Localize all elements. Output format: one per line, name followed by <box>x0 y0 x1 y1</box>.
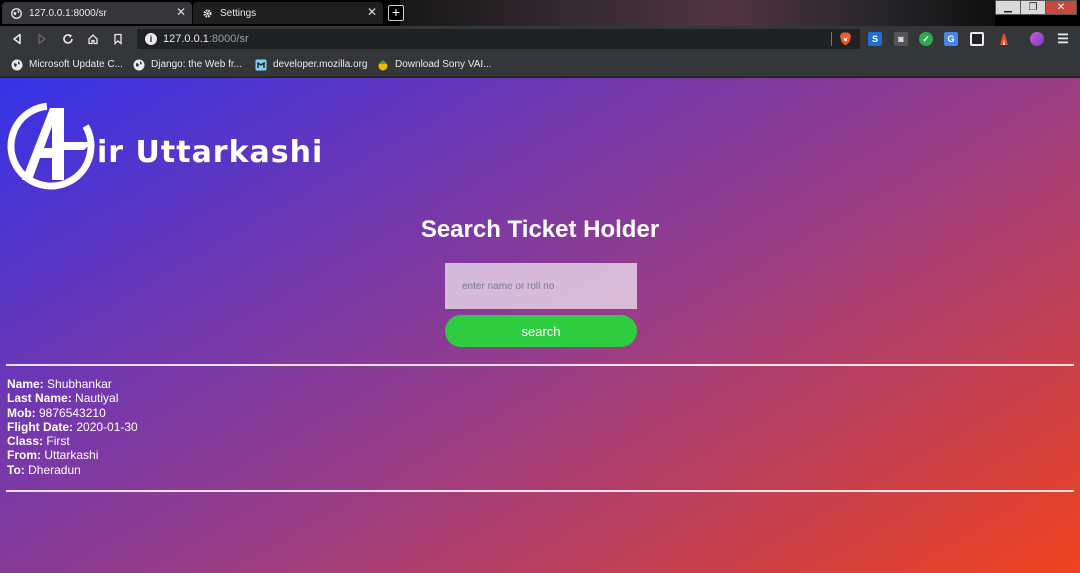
rewards-extension-icon[interactable] <box>997 32 1011 46</box>
avengers-logo-icon <box>7 102 95 190</box>
ticket-row-flight-date: Flight Date: 2020-01-30 <box>7 419 138 434</box>
reload-icon[interactable] <box>60 31 76 47</box>
tab-strip: 127.0.0.1:8000/sr ✕ Settings ✕ + ▁ ❐ ✕ <box>0 0 1080 26</box>
ticket-row-mob: Mob: 9876543210 <box>7 405 106 420</box>
url-text[interactable]: 127.0.0.1:8000/sr <box>163 33 249 45</box>
omnibox-divider <box>831 32 832 46</box>
bookmark-icon[interactable] <box>110 31 126 47</box>
new-tab-button[interactable]: + <box>388 5 404 21</box>
bookmark-label: developer.mozilla.org <box>273 59 368 70</box>
folder-icon <box>377 59 389 71</box>
close-window-icon[interactable]: ✕ <box>1045 0 1077 15</box>
globe-icon <box>10 7 22 19</box>
address-bar[interactable]: i 127.0.0.1:8000/sr <box>137 29 860 49</box>
profile-icon[interactable] <box>1030 32 1044 46</box>
divider-bottom <box>6 490 1074 492</box>
bookmark-download-sony[interactable]: Download Sony VAI... <box>377 57 492 72</box>
globe-icon <box>133 59 145 71</box>
browser-toolbar: i 127.0.0.1:8000/sr S ◙ ✓ G ☰ <box>0 26 1080 52</box>
bookmark-microsoft-update[interactable]: Microsoft Update C... <box>11 57 123 72</box>
bookmark-label: Django: the Web fr... <box>151 59 242 70</box>
check-extension-icon[interactable]: ✓ <box>919 32 933 46</box>
ticket-row-last-name: Last Name: Nautiyal <box>7 391 119 406</box>
ticket-row-from: From: Uttarkashi <box>7 448 99 463</box>
ticket-row-name: Name: Shubhankar <box>7 377 112 391</box>
ghost-extension-icon[interactable]: ◙ <box>894 32 908 46</box>
brand-name: ir Uttarkashi <box>97 135 324 170</box>
tab-localhost[interactable]: 127.0.0.1:8000/sr ✕ <box>2 2 192 24</box>
page-title: Search Ticket Holder <box>420 216 660 243</box>
square-extension-icon[interactable] <box>970 32 984 46</box>
divider-top <box>6 364 1074 366</box>
bookmark-mozilla[interactable]: developer.mozilla.org <box>255 57 368 72</box>
tab-title: Settings <box>220 7 257 19</box>
back-icon[interactable] <box>9 31 25 47</box>
page-content: ir Uttarkashi Search Ticket Holder searc… <box>0 78 1080 573</box>
brave-shield-icon[interactable] <box>839 32 852 46</box>
bookmarks-bar: Microsoft Update C... Django: the Web fr… <box>0 52 1080 77</box>
translate-extension-icon[interactable]: G <box>944 32 958 46</box>
home-icon[interactable] <box>85 31 101 47</box>
bookmark-django[interactable]: Django: the Web fr... <box>133 57 242 72</box>
tab-settings[interactable]: Settings ✕ <box>193 2 383 24</box>
bookmark-label: Microsoft Update C... <box>29 59 123 70</box>
ticket-row-to: To: Dheradun <box>7 462 81 477</box>
ticket-row-class: Class: First <box>7 434 70 449</box>
bookmark-label: Download Sony VAI... <box>395 59 492 70</box>
maximize-window-icon[interactable]: ❐ <box>1020 0 1046 15</box>
search-button[interactable]: search <box>445 315 637 347</box>
menu-icon[interactable]: ☰ <box>1056 31 1070 46</box>
globe-icon <box>11 59 23 71</box>
close-tab-icon[interactable]: ✕ <box>367 5 377 19</box>
gear-icon <box>201 7 213 19</box>
minimize-window-icon[interactable]: ▁ <box>995 0 1021 15</box>
tabstrip-background <box>400 0 995 26</box>
mozilla-icon <box>255 59 267 71</box>
close-tab-icon[interactable]: ✕ <box>176 5 186 19</box>
ticket-details: Name: Shubhankar Last Name: Nautiyal Mob… <box>7 377 138 477</box>
s-extension-icon[interactable]: S <box>868 32 882 46</box>
forward-icon[interactable] <box>34 31 50 47</box>
tab-title: 127.0.0.1:8000/sr <box>29 7 107 19</box>
site-info-icon[interactable]: i <box>145 33 157 45</box>
search-input[interactable] <box>445 263 637 309</box>
